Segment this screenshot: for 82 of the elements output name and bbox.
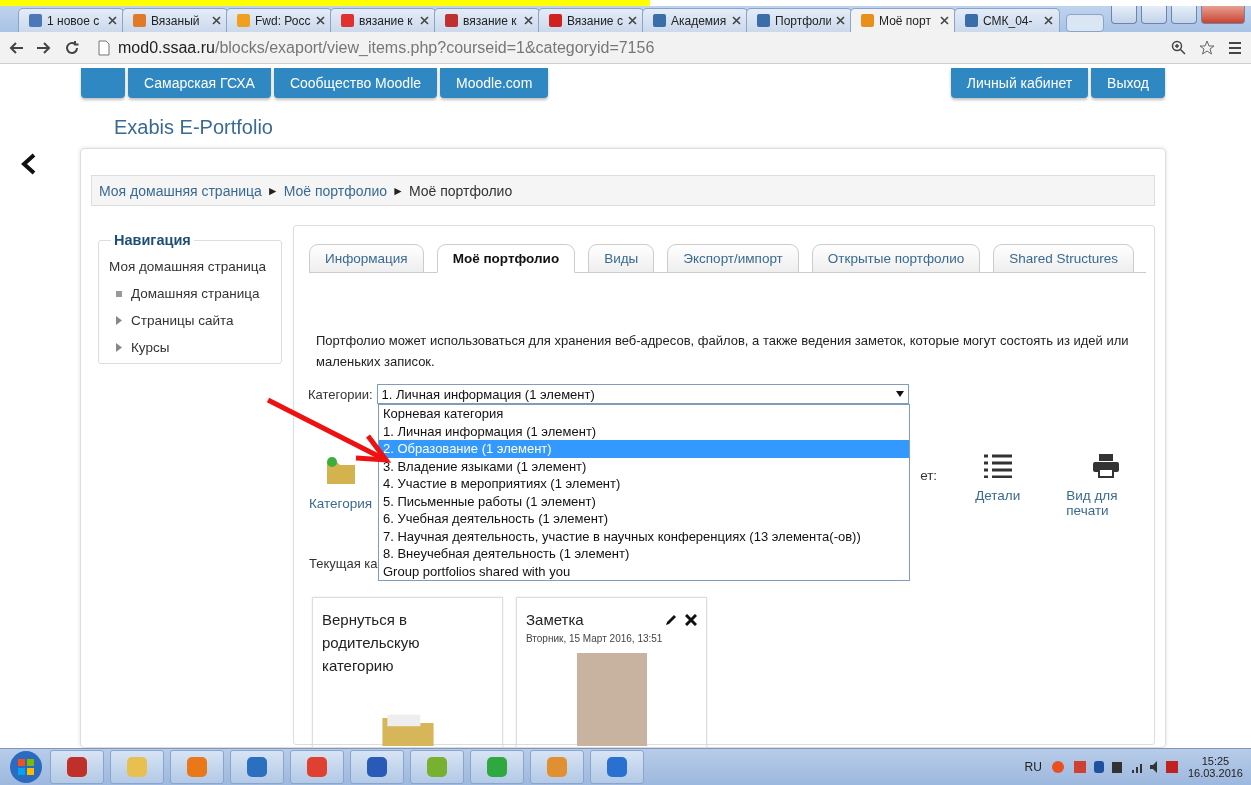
close-icon[interactable] [1044, 16, 1053, 25]
tray-icons-drawing[interactable] [1049, 759, 1180, 775]
triangle-right-icon[interactable] [116, 343, 122, 352]
zoom-icon[interactable] [1171, 39, 1187, 56]
close-icon[interactable] [420, 16, 429, 25]
taskbar-button[interactable] [590, 750, 644, 784]
close-icon[interactable] [685, 613, 697, 626]
action-link[interactable]: Детали [975, 488, 1021, 503]
browser-tab[interactable]: Вязаный [122, 8, 228, 32]
action-link[interactable]: Вид для печати [1066, 488, 1146, 518]
triangle-right-icon[interactable] [116, 316, 122, 325]
browser-tab[interactable]: Вязание с [538, 8, 644, 32]
nav-button[interactable]: Самарская ГСХА [128, 68, 271, 98]
clock-time[interactable]: 15:25 [1201, 755, 1230, 767]
close-icon[interactable] [108, 16, 117, 25]
caret-icon [895, 391, 904, 397]
square-bullet-icon [116, 290, 122, 297]
close-icon[interactable] [732, 16, 741, 25]
start-button-icon[interactable] [8, 750, 44, 784]
browser-tab[interactable]: СМК_04- [954, 8, 1060, 32]
taskbar-button[interactable] [290, 750, 344, 784]
card-date: Вторник, 15 Март 2016, 13:51 [526, 633, 664, 644]
taskbar-button[interactable] [50, 750, 104, 784]
card-title[interactable]: Вернуться в родительскую категорию [322, 608, 493, 677]
list-icon[interactable] [983, 454, 1012, 478]
description-text: Портфолио может использоваться для хранения веб-адресов, файлов, а также ведения заметок, которые могут состоять из идей или маленьких записок. [316, 332, 1130, 371]
star-icon[interactable] [1199, 39, 1215, 56]
tab[interactable]: Shared Structures [993, 244, 1135, 273]
taskbar-button[interactable] [350, 750, 404, 784]
current-category-label: Текущая ка [309, 556, 378, 571]
close-icon[interactable] [940, 16, 949, 25]
browser-tab[interactable]: Академия [642, 8, 748, 32]
nav-button[interactable]: Moodle.com [440, 68, 549, 98]
tab[interactable]: Экспорт/импорт [667, 244, 799, 273]
close-icon[interactable] [628, 16, 637, 25]
nav-link[interactable]: Домашняя страница [131, 286, 260, 301]
page-title: Exabis E-Portfolio [113, 115, 274, 140]
browser-tab[interactable]: 1 новое с [18, 8, 124, 32]
categories-label: Категории: [308, 386, 373, 402]
close-icon[interactable] [836, 16, 845, 25]
close-icon[interactable] [316, 16, 325, 25]
tab[interactable]: Информация [309, 244, 424, 273]
breadcrumb-separator: ► [392, 183, 404, 198]
maximize-button[interactable] [1171, 6, 1197, 24]
browser-tab[interactable]: Портфоли [746, 8, 852, 32]
page-icon [96, 39, 112, 56]
nav-button[interactable]: Выход [1091, 68, 1165, 98]
close-icon[interactable] [524, 16, 533, 25]
minimize-button[interactable] [1141, 6, 1167, 24]
reload-icon[interactable] [64, 39, 80, 56]
clock-date[interactable]: 16.03.2016 [1187, 767, 1243, 779]
breadcrumb-current: Моё портфолио [408, 182, 513, 199]
nav-button[interactable]: Личный кабинет [950, 68, 1089, 98]
user-button[interactable] [1111, 6, 1137, 24]
breadcrumb-link[interactable]: Моё портфолио [283, 182, 387, 199]
action-link[interactable]: Категория [309, 496, 373, 511]
printer-icon[interactable] [1093, 454, 1120, 478]
language-indicator[interactable]: RU [1024, 760, 1042, 774]
pencil-icon[interactable] [665, 613, 677, 626]
browser-tab[interactable]: вязание к [330, 8, 436, 32]
tab[interactable]: Моё портфолио [436, 244, 576, 273]
nav-link[interactable]: Курсы [131, 340, 170, 355]
category-select[interactable]: 1. Личная информация (1 элемент) [376, 384, 909, 404]
menu-icon[interactable] [1227, 39, 1243, 56]
breadcrumb-link[interactable]: Моя домашняя страница [99, 182, 262, 199]
browser-tab[interactable]: вязание к [434, 8, 540, 32]
taskbar-button[interactable] [230, 750, 284, 784]
nav-button[interactable]: Сообщество Moodle [273, 68, 438, 98]
nav-link[interactable]: Страницы сайта [131, 313, 234, 328]
browser-tab[interactable]: Fwd: Росс [226, 8, 332, 32]
breadcrumb-separator: ► [266, 183, 279, 198]
item-card[interactable]: Заметка Вторник, 15 Март 2016, 13:51 [516, 597, 707, 748]
back-icon[interactable] [8, 39, 24, 56]
forward-icon[interactable] [36, 39, 52, 56]
navigation-title: Навигация [111, 232, 194, 248]
label-fragment: ет: [920, 468, 938, 483]
nav-link[interactable]: Моя домашняя страница [109, 259, 266, 274]
close-icon[interactable] [212, 16, 221, 25]
card-title[interactable]: Заметка [526, 608, 584, 631]
browser-tab[interactable]: Моё порт [850, 8, 956, 32]
tab[interactable]: Виды [588, 244, 655, 273]
tab[interactable]: Открытые портфолио [811, 244, 981, 273]
